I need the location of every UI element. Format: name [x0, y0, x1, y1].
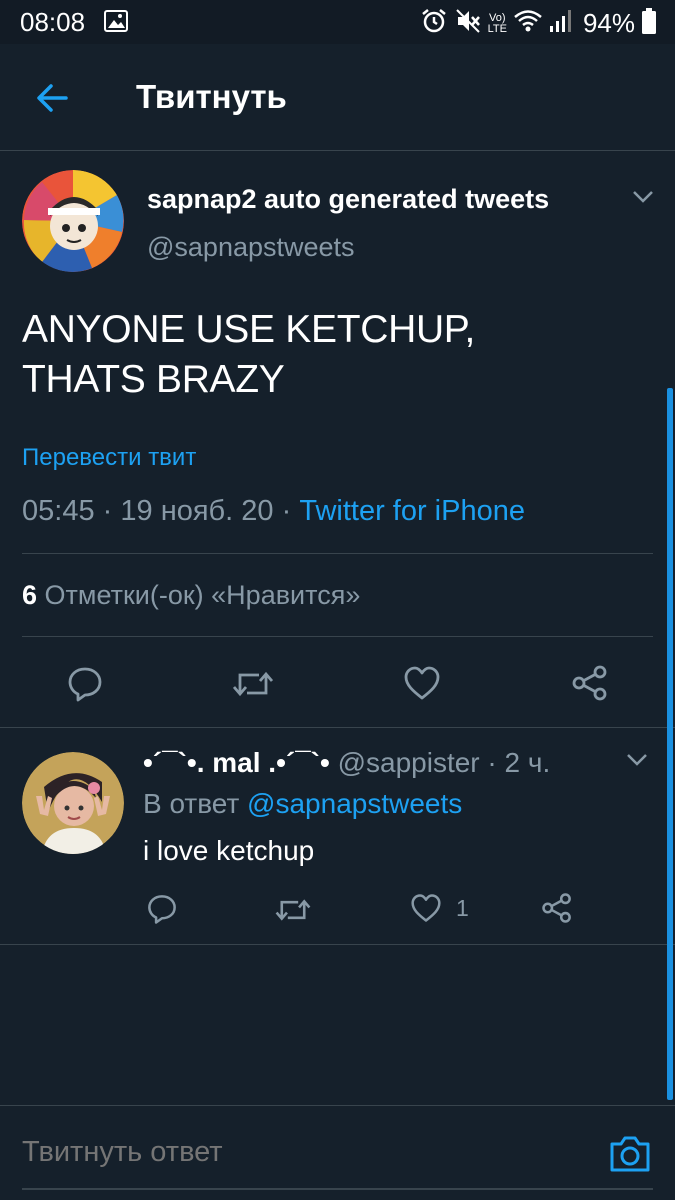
share-icon[interactable] — [571, 664, 609, 707]
meta-separator: · — [281, 495, 292, 527]
chevron-down-icon[interactable] — [626, 753, 648, 772]
translate-tweet-link[interactable]: Перевести твит — [22, 444, 196, 472]
battery-icon — [641, 7, 657, 40]
tweet-time: 05:45 — [22, 495, 95, 527]
compose-bar — [0, 1105, 675, 1200]
share-icon[interactable] — [541, 892, 573, 929]
divider — [22, 636, 653, 637]
battery-percent: 94% — [582, 8, 635, 38]
status-bar: 08:08 Vo) LTE 94% — [0, 0, 675, 44]
lte-bottom: LTE — [487, 22, 507, 35]
screen: 08:08 Vo) LTE 94% Твитнуть sapnap2 auto … — [0, 0, 675, 1200]
mute-icon — [454, 7, 482, 40]
author-handle[interactable]: @sapnapstweets — [147, 232, 355, 263]
top-app-bar: Твитнуть — [0, 44, 675, 151]
divider — [0, 727, 675, 728]
gallery-icon — [104, 10, 128, 37]
reply-to-mention-link[interactable]: @sapnapstweets — [247, 788, 462, 819]
page-title: Твитнуть — [136, 78, 287, 115]
likes-summary[interactable]: 6 Отметки(-ок) «Нравится» — [22, 580, 360, 611]
signal-icon — [549, 8, 573, 39]
reply-author-name[interactable]: •´¯`•. mal .•´¯`• — [143, 747, 330, 778]
reply-compose-input[interactable] — [22, 1136, 582, 1169]
meta-separator: · — [487, 747, 497, 778]
meta-separator: · — [102, 495, 113, 527]
reply-icon[interactable] — [146, 893, 178, 930]
camera-icon[interactable] — [608, 1134, 652, 1179]
tweet-text: ANYONE USE KETCHUP, THATS BRAZY — [22, 305, 642, 405]
avatar[interactable] — [22, 170, 124, 272]
likes-label: Отметки(-ок) «Нравится» — [44, 580, 361, 610]
retweet-icon[interactable] — [274, 895, 312, 930]
like-icon[interactable] — [410, 893, 442, 928]
alarm-icon — [420, 7, 448, 40]
author-name[interactable]: sapnap2 auto generated tweets — [147, 184, 549, 215]
status-time: 08:08 — [20, 7, 86, 37]
likes-count: 6 — [22, 580, 38, 610]
tweet-text-line: THATS BRAZY — [22, 358, 285, 401]
tweet-source-link[interactable]: Twitter for iPhone — [299, 495, 525, 527]
wifi-icon — [513, 8, 543, 39]
divider — [22, 553, 653, 554]
reply-to-prefix: В ответ — [143, 788, 240, 819]
scrollbar[interactable] — [667, 388, 673, 1100]
like-icon[interactable] — [403, 665, 441, 706]
reply-time: 2 ч. — [504, 747, 551, 778]
status-icons: Vo) LTE 94% — [420, 7, 657, 40]
reply-to-line: В ответ @sapnapstweets — [143, 788, 462, 820]
reply-text: i love ketchup — [143, 835, 315, 866]
reply-header: •´¯`•. mal .•´¯`• @sappister · 2 ч. — [143, 747, 550, 779]
tweet-date: 19 нояб. 20 — [120, 495, 274, 527]
lte-icon: Vo) LTE — [487, 11, 507, 35]
input-underline — [22, 1188, 653, 1190]
reply-like-count: 1 — [456, 895, 469, 921]
reply-author-handle[interactable]: @sappister — [338, 747, 480, 778]
divider — [0, 944, 675, 945]
retweet-icon[interactable] — [231, 667, 275, 706]
reply-icon[interactable] — [66, 665, 104, 708]
tweet-text-line: ANYONE USE KETCHUP, — [22, 308, 476, 351]
chevron-down-icon[interactable] — [632, 190, 654, 209]
back-arrow-icon[interactable] — [34, 80, 70, 121]
lte-top: Vo) — [489, 11, 506, 24]
avatar[interactable] — [22, 752, 124, 854]
tweet-meta: 05:45 · 19 нояб. 20 · Twitter for iPhone — [22, 495, 525, 528]
